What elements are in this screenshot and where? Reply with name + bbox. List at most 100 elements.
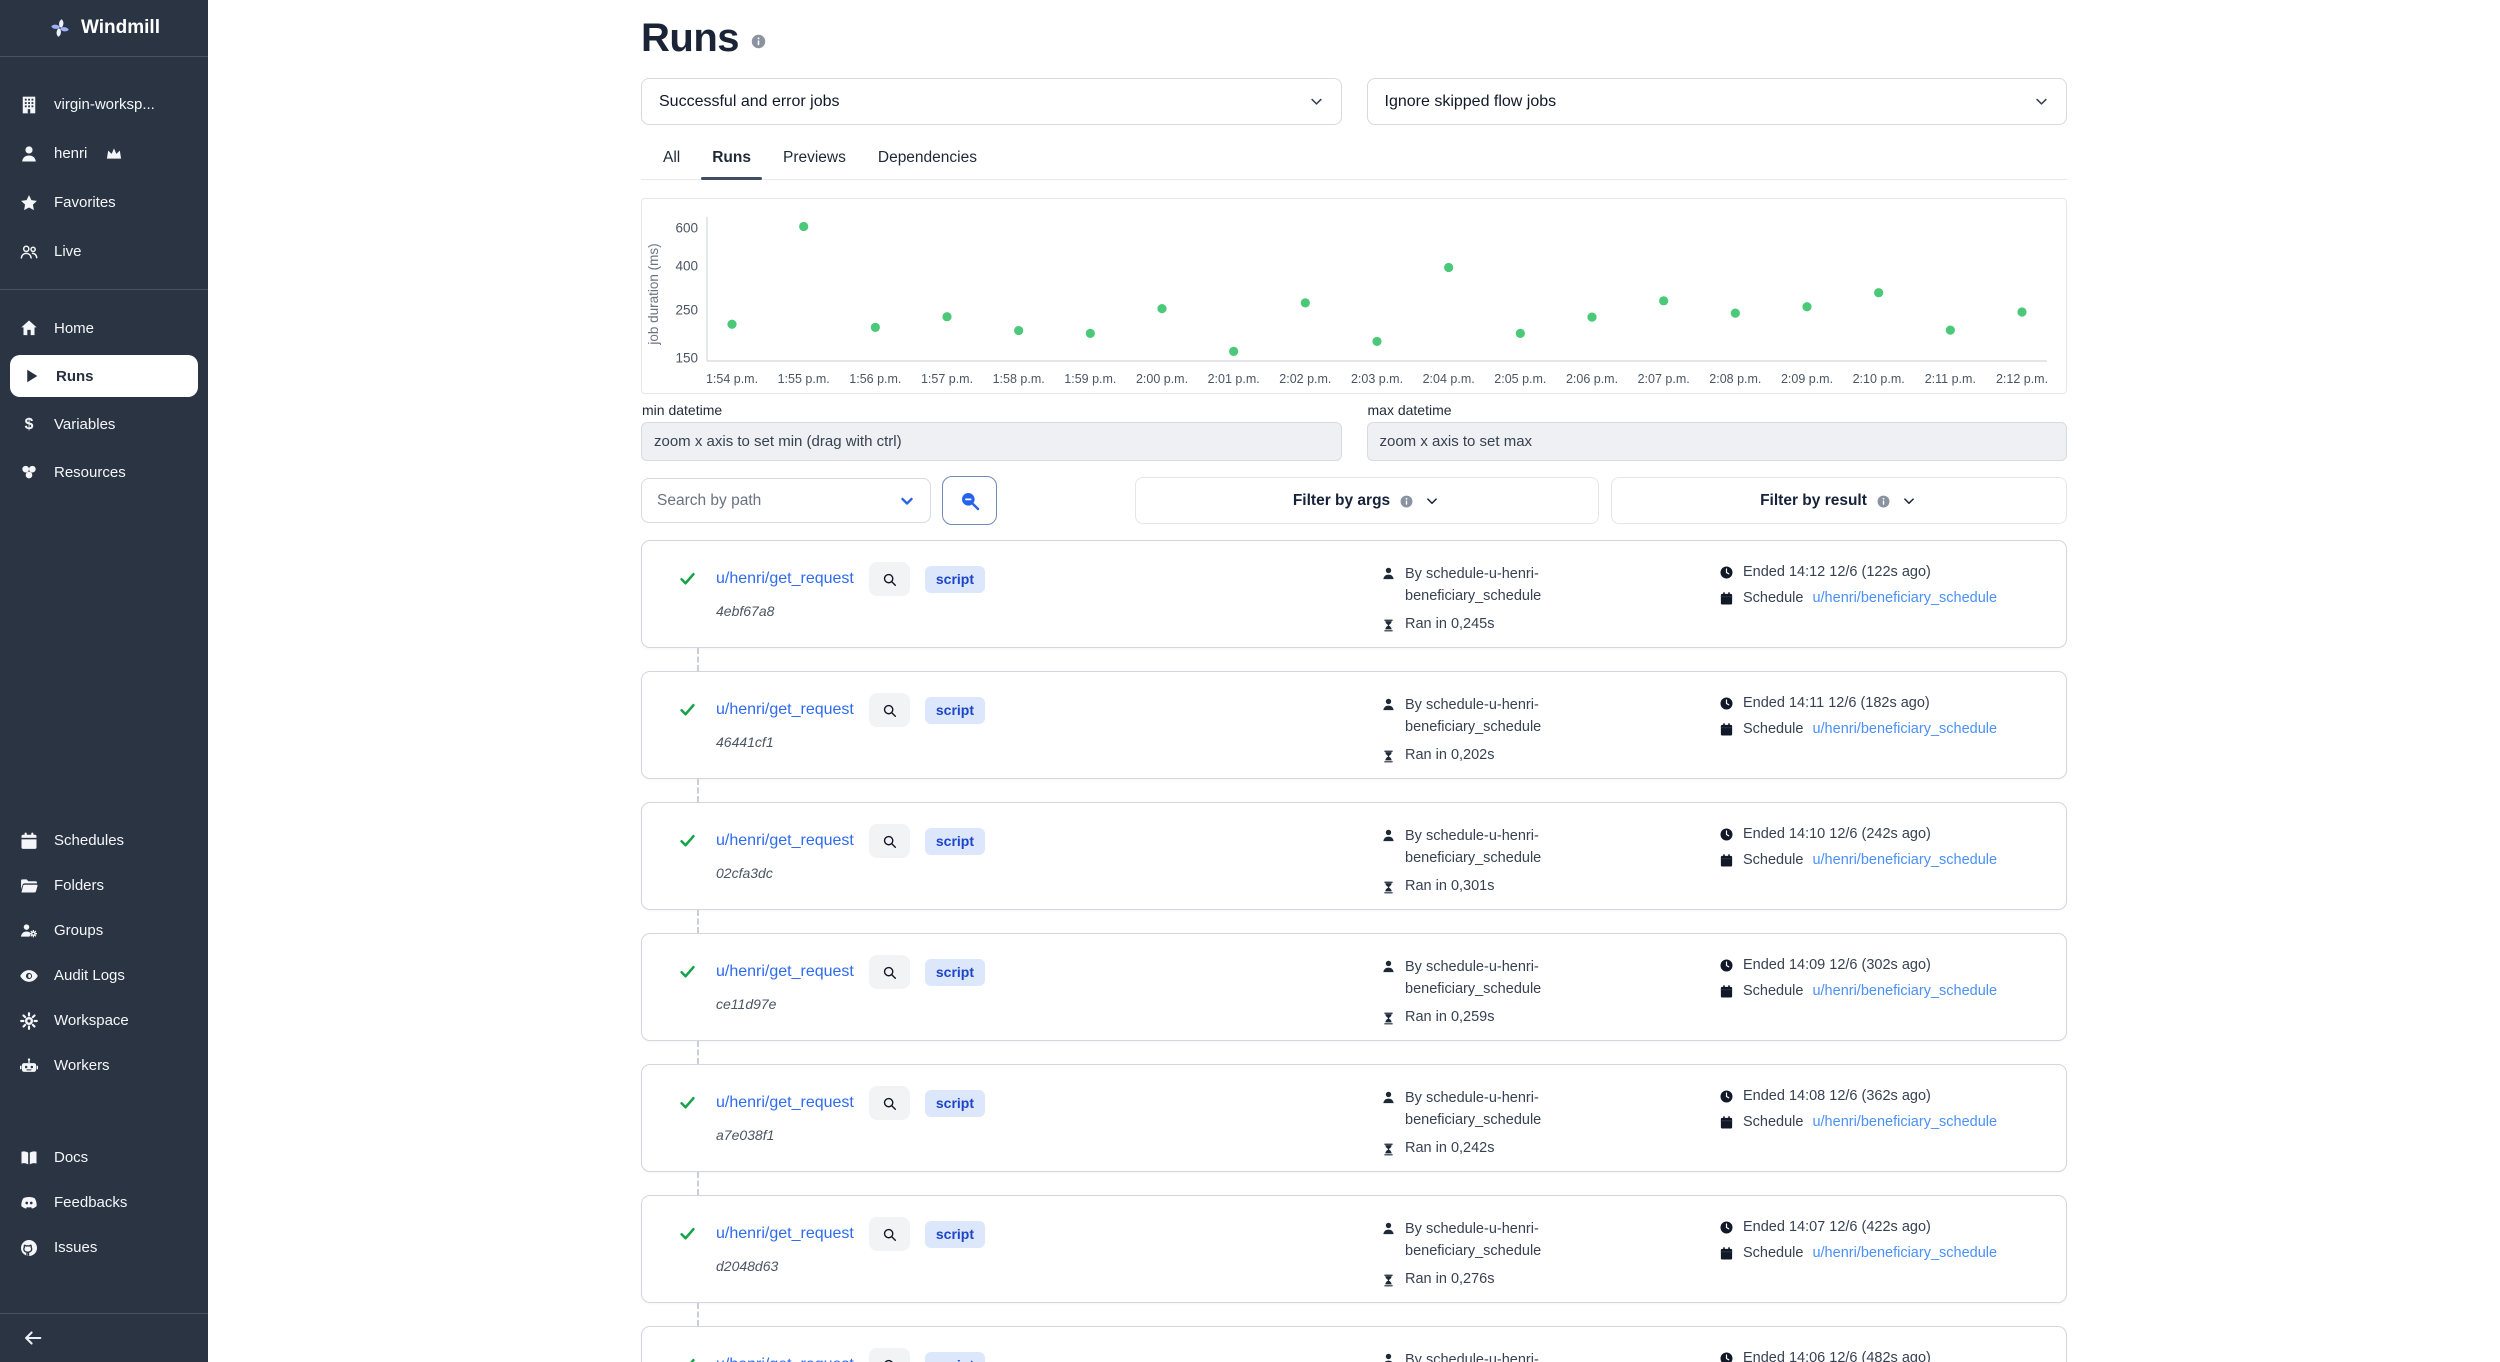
sidebar-item-home[interactable]: Home [0,304,208,352]
tab-dependencies[interactable]: Dependencies [862,139,993,179]
success-check-icon [678,1224,697,1243]
sidebar-item-docs[interactable]: Docs [0,1135,208,1180]
triggered-by-text: By schedule-u-henri-beneficiary_schedule [1405,957,1605,1001]
svg-text:2:08 p.m.: 2:08 p.m. [1709,372,1761,386]
calendar-icon [1719,853,1734,868]
run-card[interactable]: u/henri/get_requestscriptd2048d63By sche… [641,1195,2067,1303]
inspect-run-button[interactable] [869,955,910,989]
max-datetime-input[interactable]: zoom x axis to set max [1367,422,2068,461]
search-icon [881,1095,898,1112]
job-kind-select[interactable]: Successful and error jobs [641,78,1342,125]
run-card[interactable]: u/henri/get_requestscript46441cf1By sche… [641,671,2067,779]
run-timing-info: Ended 14:09 12/6 (302s ago)Scheduleu/hen… [1719,955,2046,1040]
svg-text:2:10 p.m.: 2:10 p.m. [1853,372,1905,386]
min-datetime-input[interactable]: zoom x axis to set min (drag with ctrl) [641,422,1342,461]
svg-text:1:54 p.m.: 1:54 p.m. [706,372,758,386]
run-card[interactable]: u/henri/get_requestscript02cfa3dcBy sche… [641,802,2067,910]
info-icon[interactable] [750,33,767,50]
inspect-run-button[interactable] [869,562,910,596]
sidebar-item-audit-logs[interactable]: Audit Logs [0,953,208,998]
tab-previews[interactable]: Previews [767,139,862,179]
inspect-run-button[interactable] [869,1348,910,1362]
run-path-link[interactable]: u/henri/get_request [716,963,854,981]
gear-icon [19,1011,39,1031]
svg-text:150: 150 [675,351,698,366]
sidebar-item-workers[interactable]: Workers [0,1043,208,1088]
run-duration-text: Ran in 0,242s [1405,1140,1494,1156]
sidebar-item-virgin-worksp[interactable]: virgin-worksp... [0,80,208,129]
run-timing-info: Ended 14:06 12/6 (482s ago)Scheduleu/hen… [1719,1348,2046,1362]
run-id: a7e038f1 [716,1127,985,1143]
run-path-link[interactable]: u/henri/get_request [716,701,854,719]
filter-by-args-button[interactable]: Filter by args [1135,477,1599,524]
inspect-run-button[interactable] [869,1086,910,1120]
clock-icon [1719,958,1734,973]
data-point [2017,307,2026,316]
sidebar-item-schedules[interactable]: Schedules [0,818,208,863]
clock-icon [1719,1089,1734,1104]
svg-text:2:06 p.m.: 2:06 p.m. [1566,372,1618,386]
inspect-run-button[interactable] [869,693,910,727]
calendar-icon [1719,722,1734,737]
sidebar-item-issues[interactable]: Issues [0,1225,208,1270]
data-point [1516,329,1525,338]
person-icon [1381,1221,1396,1236]
calendar-icon [19,831,39,851]
search-by-path-select[interactable]: Search by path [641,478,931,523]
run-path-link[interactable]: u/henri/get_request [716,832,854,850]
scatter-plot[interactable]: 150250400600job duration (ms)1:54 p.m.1:… [642,199,2066,393]
svg-text:2:00 p.m.: 2:00 p.m. [1136,372,1188,386]
data-point [871,323,880,332]
run-path-link[interactable]: u/henri/get_request [716,1225,854,1243]
run-card[interactable]: u/henri/get_requestscriptce11d97eBy sche… [641,933,2067,1041]
success-check-icon [678,700,697,719]
run-path-link[interactable]: u/henri/get_request [716,570,854,588]
run-card[interactable]: u/henri/get_requestscriptBy schedule-u-h… [641,1326,2067,1362]
sidebar-item-label: virgin-worksp... [54,96,155,113]
run-trigger-info: By schedule-u-henri-beneficiary_schedule… [1381,1217,1719,1302]
schedule-link[interactable]: u/henri/beneficiary_schedule [1812,852,1997,868]
collapse-sidebar-button[interactable] [0,1314,208,1362]
sidebar-item-favorites[interactable]: Favorites [0,178,208,227]
filter-by-result-button[interactable]: Filter by result [1611,477,2067,524]
run-card[interactable]: u/henri/get_requestscripta7e038f1By sche… [641,1064,2067,1172]
search-by-path-placeholder: Search by path [657,492,761,510]
sidebar-item-live[interactable]: Live [0,227,208,276]
sidebar-item-workspace[interactable]: Workspace [0,998,208,1043]
schedule-link[interactable]: u/henri/beneficiary_schedule [1812,1245,1997,1261]
zoom-out-icon [958,489,982,513]
schedule-link[interactable]: u/henri/beneficiary_schedule [1812,1114,1997,1130]
home-icon [19,318,39,338]
inspect-run-button[interactable] [869,1217,910,1251]
job-kind-badge: script [925,566,985,593]
sidebar-item-feedbacks[interactable]: Feedbacks [0,1180,208,1225]
search-button[interactable] [942,476,997,525]
tab-all[interactable]: All [647,139,696,179]
job-duration-chart[interactable]: 150250400600job duration (ms)1:54 p.m.1:… [641,198,2067,394]
flow-filter-select[interactable]: Ignore skipped flow jobs [1367,78,2068,125]
sidebar-item-resources[interactable]: Resources [0,448,208,496]
sidebar-divider [0,289,208,290]
calendar-icon [1719,1246,1734,1261]
run-path-link[interactable]: u/henri/get_request [716,1094,854,1112]
svg-text:2:01 p.m.: 2:01 p.m. [1208,372,1260,386]
run-path-link[interactable]: u/henri/get_request [716,1356,854,1362]
tab-runs[interactable]: Runs [696,139,767,179]
sidebar-item-runs[interactable]: Runs [10,355,198,397]
job-kind-select-value: Successful and error jobs [659,93,840,111]
run-card[interactable]: u/henri/get_requestscript4ebf67a8By sche… [641,540,2067,648]
sidebar-item-groups[interactable]: Groups [0,908,208,953]
run-connector [697,1041,2067,1064]
sidebar-item-folders[interactable]: Folders [0,863,208,908]
sidebar-item-henri[interactable]: henri [0,129,208,178]
schedule-link[interactable]: u/henri/beneficiary_schedule [1812,590,1997,606]
job-kind-badge: script [925,697,985,724]
run-summary: u/henri/get_requestscriptd2048d63 [678,1217,1381,1302]
robot-icon [19,1056,39,1076]
schedule-link[interactable]: u/henri/beneficiary_schedule [1812,983,1997,999]
schedule-link[interactable]: u/henri/beneficiary_schedule [1812,721,1997,737]
run-duration-text: Ran in 0,301s [1405,878,1494,894]
svg-text:2:09 p.m.: 2:09 p.m. [1781,372,1833,386]
sidebar-item-variables[interactable]: $Variables [0,400,208,448]
inspect-run-button[interactable] [869,824,910,858]
